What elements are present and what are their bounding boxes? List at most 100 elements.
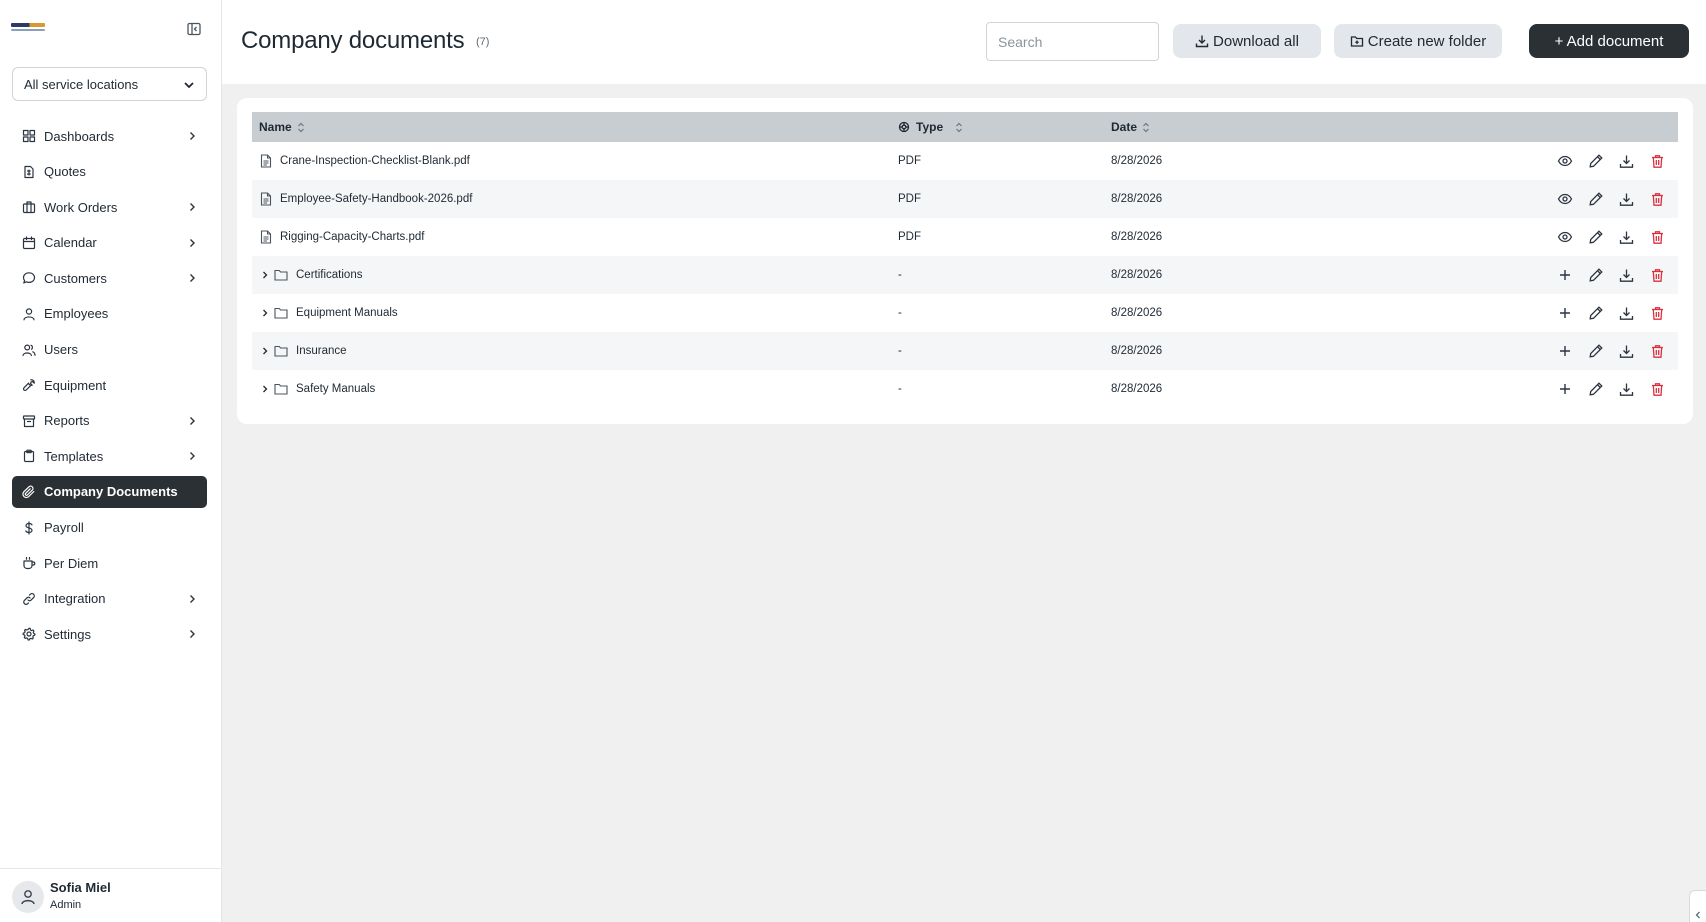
view-button[interactable] — [1556, 229, 1573, 246]
name-cell[interactable]: Rigging-Capacity-Charts.pdf — [260, 218, 424, 256]
delete-button[interactable] — [1649, 343, 1666, 360]
expand-chevron-icon[interactable] — [260, 308, 270, 318]
search-input[interactable] — [986, 22, 1159, 61]
column-header-date[interactable]: Date — [1111, 112, 1150, 142]
sidebar-item-label: Dashboards — [44, 128, 115, 144]
sidebar-item-customers[interactable]: Customers — [12, 262, 207, 294]
delete-button[interactable] — [1649, 305, 1666, 322]
document-date: 8/28/2026 — [1111, 345, 1163, 357]
add-to-folder-button[interactable] — [1556, 343, 1573, 360]
name-cell[interactable]: Safety Manuals — [260, 370, 375, 408]
download-button[interactable] — [1618, 381, 1635, 398]
name-cell[interactable]: Employee-Safety-Handbook-2026.pdf — [260, 180, 472, 218]
table-row[interactable]: Safety Manuals - 8/28/2026 — [252, 370, 1678, 408]
download-button[interactable] — [1618, 343, 1635, 360]
edit-button[interactable] — [1587, 229, 1604, 246]
sidebar-item-per-diem[interactable]: Per Diem — [12, 547, 207, 579]
folder-plus-icon — [1350, 36, 1363, 47]
sidebar-item-users[interactable]: Users — [12, 334, 207, 366]
trash-icon — [1652, 344, 1663, 358]
pencil-icon — [1588, 154, 1603, 168]
delete-button[interactable] — [1649, 191, 1666, 208]
download-all-button[interactable]: Download all — [1173, 24, 1321, 58]
table-header: Name Type Date — [252, 112, 1678, 142]
sidebar-item-label: Payroll — [44, 520, 84, 536]
trash-icon — [1652, 192, 1663, 206]
user-name: Sofia Miel — [50, 880, 111, 895]
sidebar-item-settings[interactable]: Settings — [12, 618, 207, 650]
file-icon — [260, 192, 272, 206]
download-button[interactable] — [1618, 267, 1635, 284]
download-button[interactable] — [1618, 191, 1635, 208]
sidebar-item-company-documents[interactable]: Company Documents — [12, 475, 207, 508]
create-folder-button[interactable]: Create new folder — [1334, 24, 1502, 58]
name-cell[interactable]: Crane-Inspection-Checklist-Blank.pdf — [260, 142, 470, 180]
row-actions — [1542, 256, 1666, 294]
edit-button[interactable] — [1587, 267, 1604, 284]
table-row[interactable]: Employee-Safety-Handbook-2026.pdf PDF 8/28… — [252, 180, 1678, 218]
download-button[interactable] — [1618, 229, 1635, 246]
download-button[interactable] — [1618, 153, 1635, 170]
sidebar-collapse-icon[interactable] — [186, 21, 202, 37]
name-cell[interactable]: Certifications — [260, 256, 362, 294]
delete-button[interactable] — [1649, 229, 1666, 246]
edit-button[interactable] — [1587, 153, 1604, 170]
edit-button[interactable] — [1587, 305, 1604, 322]
expand-chevron-icon[interactable] — [260, 270, 270, 280]
name-cell[interactable]: Insurance — [260, 332, 347, 370]
document-type: PDF — [898, 155, 921, 167]
view-button[interactable] — [1556, 191, 1573, 208]
expand-chevron-icon[interactable] — [260, 384, 270, 394]
sidebar-item-templates[interactable]: Templates — [12, 440, 207, 472]
delete-button[interactable] — [1649, 153, 1666, 170]
sidebar-item-payroll[interactable]: Payroll — [12, 512, 207, 544]
documents-card: Name Type Date Crane-Inspection-Checklis… — [237, 98, 1693, 424]
add-to-folder-button[interactable] — [1556, 267, 1573, 284]
sidebar-item-employees[interactable]: Employees — [12, 298, 207, 330]
sidebar-item-integration[interactable]: Integration — [12, 583, 207, 615]
sort-icon — [297, 122, 304, 132]
create-folder-label: Create new folder — [1367, 32, 1487, 50]
edit-button[interactable] — [1587, 343, 1604, 360]
sidebar-nav: Dashboards Quotes Work Orders Calendar Custo… — [12, 120, 207, 654]
add-to-folder-button[interactable] — [1556, 305, 1573, 322]
sidebar-item-reports[interactable]: Reports — [12, 405, 207, 437]
type-cell: - — [898, 332, 902, 370]
expand-chevron-icon[interactable] — [260, 346, 270, 356]
company-logo[interactable] — [11, 23, 45, 32]
download-button[interactable] — [1618, 305, 1635, 322]
view-button[interactable] — [1556, 153, 1573, 170]
column-header-name[interactable]: Name — [259, 112, 305, 142]
table-row[interactable]: Equipment Manuals - 8/28/2026 — [252, 294, 1678, 332]
table-row[interactable]: Rigging-Capacity-Charts.pdf PDF 8/28/2026 — [252, 218, 1678, 256]
add-document-label: + Add document — [1554, 32, 1664, 50]
download-icon — [1619, 345, 1634, 358]
add-document-button[interactable]: + Add document — [1529, 24, 1689, 58]
side-panel-toggle[interactable] — [1689, 890, 1706, 922]
edit-button[interactable] — [1587, 381, 1604, 398]
service-location-select[interactable]: All service locations — [12, 67, 207, 101]
sidebar-item-label: Work Orders — [44, 199, 118, 215]
type-cell: PDF — [898, 218, 921, 256]
table-row[interactable]: Insurance - 8/28/2026 — [252, 332, 1678, 370]
sidebar-item-calendar[interactable]: Calendar — [12, 227, 207, 259]
sidebar-item-equipment[interactable]: Equipment — [12, 369, 207, 401]
sort-icon — [1143, 122, 1149, 132]
sidebar-item-quotes[interactable]: Quotes — [12, 156, 207, 188]
sidebar-item-work-orders[interactable]: Work Orders — [12, 191, 207, 223]
column-type-label: Type — [916, 120, 944, 134]
delete-button[interactable] — [1649, 267, 1666, 284]
table-row[interactable]: Crane-Inspection-Checklist-Blank.pdf PDF 8… — [252, 142, 1678, 180]
name-cell[interactable]: Equipment Manuals — [260, 294, 398, 332]
avatar — [12, 881, 44, 913]
user-profile[interactable]: Sofia Miel Admin — [0, 868, 221, 922]
type-cell: PDF — [898, 142, 921, 180]
sidebar-item-dashboards[interactable]: Dashboards — [12, 120, 207, 152]
edit-button[interactable] — [1587, 191, 1604, 208]
column-header-type[interactable]: Type — [898, 112, 963, 142]
briefcase-icon — [22, 201, 36, 214]
clipboard-icon — [23, 449, 35, 463]
delete-button[interactable] — [1649, 381, 1666, 398]
table-row[interactable]: Certifications - 8/28/2026 — [252, 256, 1678, 294]
add-to-folder-button[interactable] — [1556, 381, 1573, 398]
